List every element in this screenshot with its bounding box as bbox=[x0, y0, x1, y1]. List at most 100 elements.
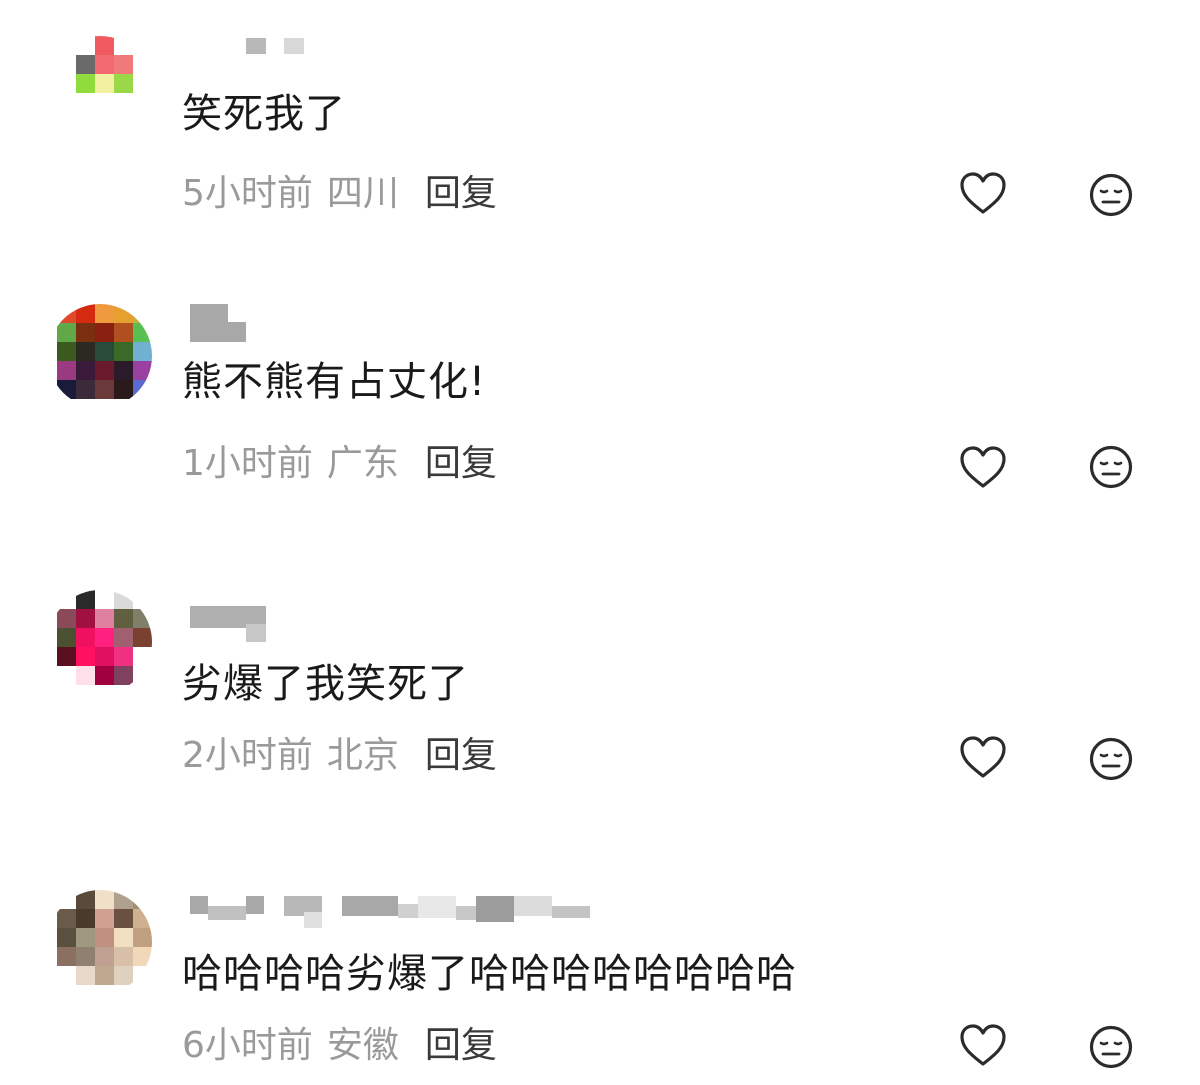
avatar-pixel bbox=[133, 361, 152, 380]
avatar-pixel bbox=[76, 628, 95, 647]
heart-outline-icon[interactable] bbox=[958, 170, 1008, 216]
avatar-pixel bbox=[57, 628, 76, 647]
avatar-pixel bbox=[133, 966, 152, 985]
comment-text: 劣爆了我笑死了 bbox=[182, 661, 469, 707]
avatar-pixel bbox=[57, 93, 76, 112]
avatar-pixel bbox=[95, 112, 114, 131]
avatar-pixel bbox=[57, 55, 76, 74]
avatar-pixel bbox=[133, 947, 152, 966]
avatar-pixel bbox=[95, 361, 114, 380]
avatar-pixel bbox=[57, 380, 76, 399]
avatar-pixel bbox=[114, 609, 133, 628]
avatar-pixel bbox=[95, 966, 114, 985]
avatar-pixel bbox=[133, 590, 152, 609]
avatar-pixel bbox=[76, 609, 95, 628]
avatar-pixel bbox=[114, 947, 133, 966]
comment-location: 四川 bbox=[326, 173, 399, 214]
meh-face-icon[interactable] bbox=[1088, 172, 1134, 218]
avatar-pixel bbox=[76, 647, 95, 666]
avatar[interactable] bbox=[48, 304, 152, 408]
avatar-pixel bbox=[57, 361, 76, 380]
meh-face-icon[interactable] bbox=[1088, 736, 1134, 782]
heart-outline-icon[interactable] bbox=[958, 734, 1008, 780]
avatar-pixel bbox=[95, 93, 114, 112]
avatar-pixel bbox=[95, 909, 114, 928]
avatar-pixel bbox=[57, 966, 76, 985]
meh-face-icon[interactable] bbox=[1088, 444, 1134, 490]
avatar-pixel bbox=[57, 304, 76, 323]
avatar-pixel bbox=[114, 380, 133, 399]
avatar-pixel bbox=[57, 112, 76, 131]
avatar-pixel bbox=[76, 666, 95, 685]
comment-text: 哈哈哈哈劣爆了哈哈哈哈哈哈哈哈 bbox=[182, 951, 797, 997]
avatar-pixel bbox=[95, 628, 114, 647]
avatar-pixel bbox=[95, 74, 114, 93]
avatar-pixel bbox=[133, 609, 152, 628]
comment-item: 劣爆了我笑死了 2小时前 北京 回复 bbox=[0, 590, 1200, 790]
avatar-pixel bbox=[114, 323, 133, 342]
avatar[interactable] bbox=[48, 36, 152, 140]
avatar-pixel bbox=[133, 928, 152, 947]
avatar-pixels bbox=[57, 36, 152, 131]
avatar-pixel bbox=[114, 36, 133, 55]
avatar-pixel bbox=[95, 666, 114, 685]
avatar[interactable] bbox=[48, 890, 152, 994]
comment-meta: 2小时前 北京 回复 bbox=[182, 730, 497, 782]
avatar-pixel bbox=[95, 928, 114, 947]
avatar-pixel bbox=[95, 342, 114, 361]
avatar-pixel bbox=[133, 890, 152, 909]
avatar-pixel bbox=[114, 361, 133, 380]
comment-meta: 5小时前 四川 回复 bbox=[182, 168, 497, 220]
reply-button[interactable]: 回复 bbox=[425, 443, 497, 484]
avatar-pixel bbox=[76, 590, 95, 609]
avatar-pixel bbox=[57, 928, 76, 947]
comment-time: 1小时前 bbox=[182, 443, 313, 484]
avatar-pixel bbox=[114, 909, 133, 928]
avatar-pixel bbox=[57, 323, 76, 342]
avatar-pixel bbox=[76, 55, 95, 74]
avatar-pixels bbox=[57, 590, 152, 685]
avatar-pixel bbox=[95, 590, 114, 609]
reply-button[interactable]: 回复 bbox=[425, 1025, 497, 1066]
avatar-pixel bbox=[114, 628, 133, 647]
avatar-pixel bbox=[76, 890, 95, 909]
avatar-pixel bbox=[133, 93, 152, 112]
comment-text: 熊不熊有占丈化! bbox=[182, 359, 487, 405]
avatar-pixel bbox=[133, 55, 152, 74]
avatar-pixel bbox=[133, 380, 152, 399]
avatar-pixel bbox=[76, 36, 95, 55]
avatar[interactable] bbox=[48, 590, 152, 694]
avatar-pixel bbox=[114, 93, 133, 112]
avatar-pixel bbox=[57, 909, 76, 928]
avatar-pixel bbox=[133, 666, 152, 685]
avatar-pixel bbox=[76, 380, 95, 399]
avatar-pixel bbox=[114, 74, 133, 93]
avatar-pixel bbox=[95, 323, 114, 342]
comment-time: 5小时前 bbox=[182, 173, 313, 214]
meh-face-icon[interactable] bbox=[1088, 1024, 1134, 1070]
avatar-pixel bbox=[76, 112, 95, 131]
avatar-pixel bbox=[133, 342, 152, 361]
avatar-pixel bbox=[76, 74, 95, 93]
reply-button[interactable]: 回复 bbox=[425, 173, 497, 214]
comment-location: 安徽 bbox=[326, 1025, 399, 1066]
comment-text: 笑死我了 bbox=[182, 91, 346, 137]
avatar-pixel bbox=[76, 947, 95, 966]
avatar-pixel bbox=[114, 966, 133, 985]
avatar-pixel bbox=[57, 609, 76, 628]
avatar-pixel bbox=[114, 928, 133, 947]
heart-outline-icon[interactable] bbox=[958, 444, 1008, 490]
avatar-pixel bbox=[57, 947, 76, 966]
avatar-pixel bbox=[114, 112, 133, 131]
heart-outline-icon[interactable] bbox=[958, 1022, 1008, 1068]
avatar-pixel bbox=[133, 74, 152, 93]
comment-location: 广东 bbox=[326, 443, 399, 484]
avatar-pixel bbox=[133, 304, 152, 323]
avatar-pixel bbox=[133, 323, 152, 342]
avatar-pixel bbox=[57, 74, 76, 93]
comment-item: 熊不熊有占丈化! 1小时前 广东 回复 bbox=[0, 304, 1200, 504]
comment-item: 哈哈哈哈劣爆了哈哈哈哈哈哈哈哈 6小时前 安徽 回复 bbox=[0, 890, 1200, 1085]
comment-time: 6小时前 bbox=[182, 1025, 313, 1066]
comment-time: 2小时前 bbox=[182, 735, 313, 776]
reply-button[interactable]: 回复 bbox=[425, 735, 497, 776]
